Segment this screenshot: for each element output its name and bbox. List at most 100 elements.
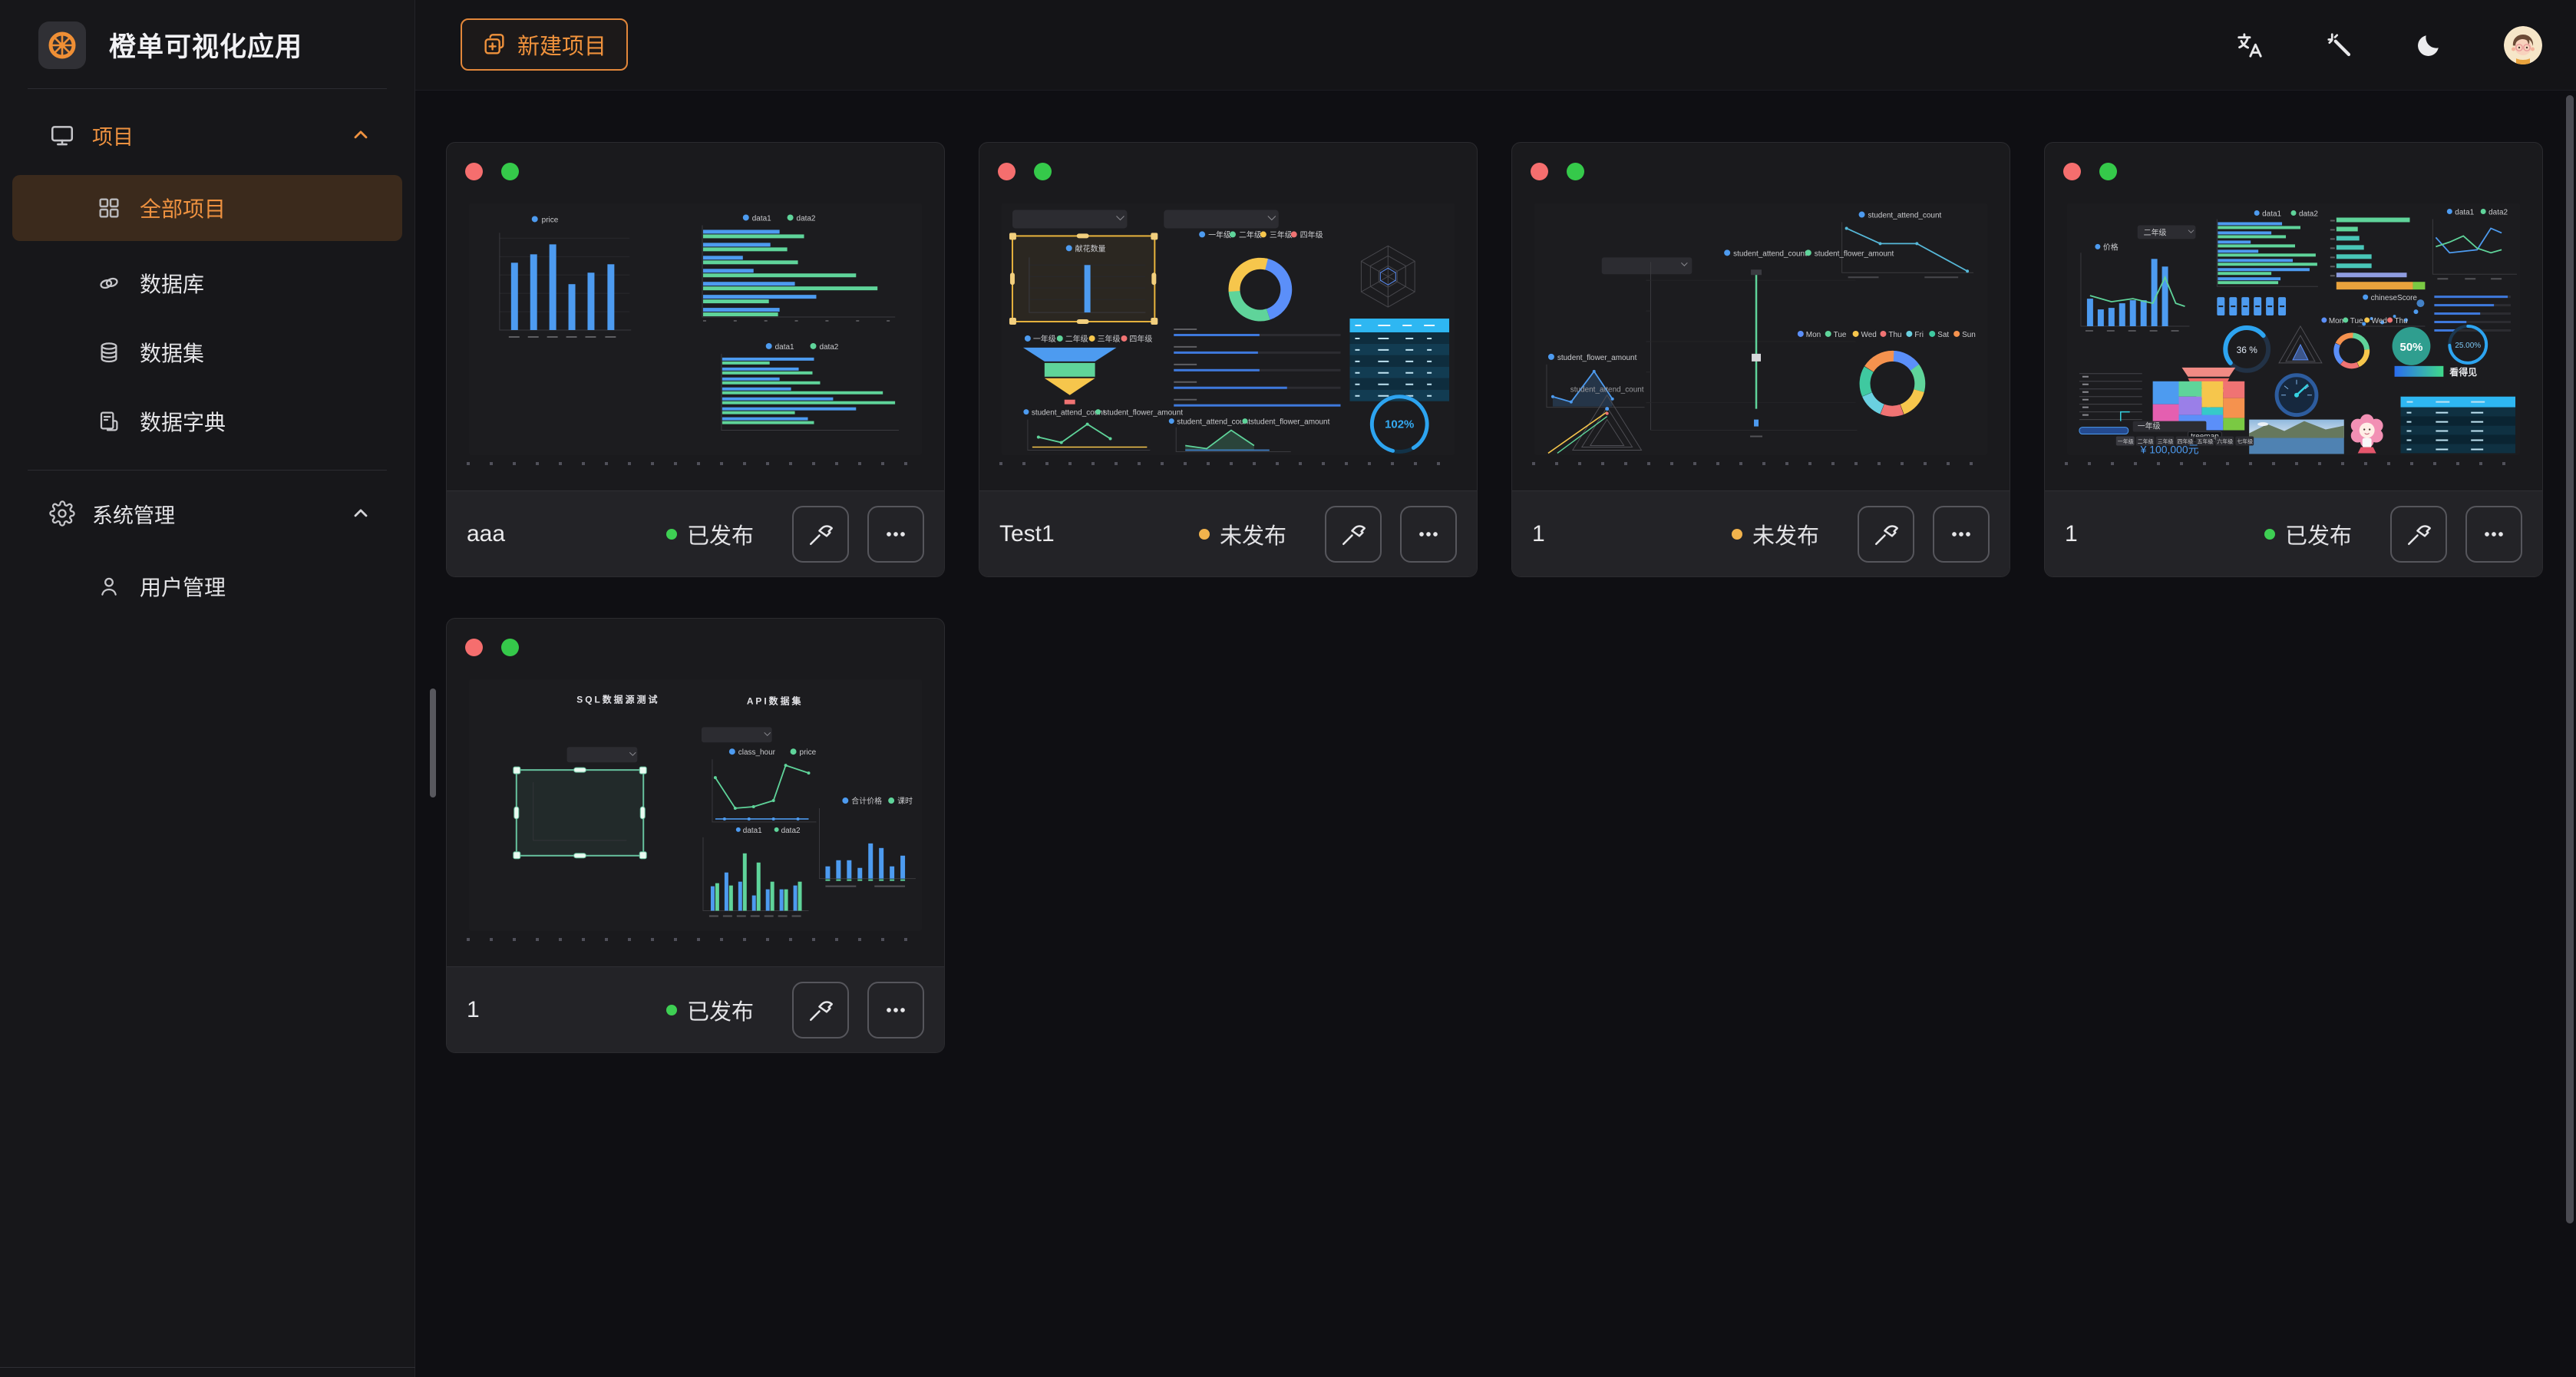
svg-text:Sun: Sun xyxy=(1962,331,1976,339)
project-card[interactable]: SQL数据源测试 API数据集 xyxy=(446,618,945,1053)
project-grid: price data1 data2 xyxy=(415,91,2576,1053)
edit-project-button[interactable] xyxy=(2390,506,2447,563)
copy-plus-icon xyxy=(482,32,507,57)
magic-wand-icon[interactable] xyxy=(2326,31,2353,59)
project-card[interactable]: student_attend_count student_attend_coun… xyxy=(1511,142,2010,577)
svg-text:一年级: 一年级 xyxy=(1033,334,1056,344)
svg-text:student_attend_count: student_attend_count xyxy=(1570,386,1644,395)
dot-grid xyxy=(2065,462,2522,465)
dictionary-icon xyxy=(97,409,121,434)
sidebar-item-label: 全部项目 xyxy=(140,193,226,223)
grouped-bars xyxy=(703,837,809,916)
svg-text:一年级: 一年级 xyxy=(2118,438,2134,444)
svg-text:一年级: 一年级 xyxy=(2138,421,2161,431)
hbar-group xyxy=(2217,219,2318,286)
bar-chart-right: 合计价格 课时 xyxy=(819,796,916,887)
sidebar-section-system[interactable]: 系统管理 xyxy=(0,484,414,543)
green-dot-icon xyxy=(501,163,519,180)
sidebar-item-database[interactable]: 数据库 xyxy=(12,249,402,318)
data-grid-left xyxy=(2079,374,2142,434)
combo-chart: 价格 xyxy=(2081,242,2190,331)
svg-text:data1: data1 xyxy=(2262,210,2281,219)
more-actions-button[interactable] xyxy=(867,982,924,1039)
new-project-button[interactable]: 新建项目 xyxy=(461,18,628,71)
project-name: 1 xyxy=(467,997,666,1023)
svg-text:SQL数据源测试: SQL数据源测试 xyxy=(576,693,659,705)
edit-project-button[interactable] xyxy=(1858,506,1914,563)
hammer-icon xyxy=(1339,520,1367,548)
more-actions-button[interactable] xyxy=(2465,506,2522,563)
selected-empty-chart xyxy=(514,767,646,859)
grid-icon xyxy=(97,196,121,220)
divider xyxy=(28,470,387,471)
edit-project-button[interactable] xyxy=(792,982,849,1039)
dot-grid xyxy=(467,938,924,941)
svg-text:data2: data2 xyxy=(819,343,838,352)
user-icon xyxy=(97,574,121,599)
divider xyxy=(28,88,387,89)
svg-text:五年级: 五年级 xyxy=(2197,438,2213,444)
project-card[interactable]: 献花数量 一年级 二年级 三年级 四年级 xyxy=(979,142,1478,577)
red-dot-icon xyxy=(998,163,1016,180)
main-content: price data1 data2 xyxy=(415,91,2576,1377)
sidebar-bottom-divider xyxy=(0,1367,415,1368)
sidebar-item-dictionary[interactable]: 数据字典 xyxy=(12,387,402,456)
project-thumbnail[interactable]: SQL数据源测试 API数据集 xyxy=(469,679,922,931)
money-label: ¥ 100,000元 xyxy=(2140,443,2199,455)
svg-text:data2: data2 xyxy=(797,214,816,223)
sidebar-section-projects[interactable]: 项目 xyxy=(0,106,414,164)
treemap: treemap xyxy=(2153,381,2245,442)
svg-text:二年级: 二年级 xyxy=(1239,230,1262,239)
scrollbar-thumb-right[interactable] xyxy=(2566,95,2574,1223)
sidebar-item-user-management[interactable]: 用户管理 xyxy=(12,552,402,621)
mascot xyxy=(2351,414,2383,454)
sidebar-item-dataset[interactable]: 数据集 xyxy=(12,318,402,387)
more-actions-button[interactable] xyxy=(867,506,924,563)
svg-text:student_attend_count: student_attend_count xyxy=(1733,249,1807,258)
app-window: 橙单可视化应用 项目 全部项目 xyxy=(0,0,2576,1377)
mini-bar-chart: price xyxy=(500,216,631,336)
selected-chart: 献花数量 xyxy=(1009,233,1158,325)
sidebar-item-label: 数据字典 xyxy=(140,406,226,437)
status-badge: 已发布 xyxy=(2264,518,2352,550)
moon-icon[interactable] xyxy=(2415,31,2442,59)
sidebar-section-label: 系统管理 xyxy=(92,499,350,529)
project-thumbnail[interactable]: price data1 data2 xyxy=(469,203,922,455)
chevron-up-icon xyxy=(350,503,372,524)
status-badge: 已发布 xyxy=(666,518,754,550)
ellipsis-icon xyxy=(2480,520,2508,548)
svg-text:data2: data2 xyxy=(2299,210,2318,219)
more-actions-button[interactable] xyxy=(1400,506,1457,563)
project-thumbnail[interactable]: 献花数量 一年级 二年级 三年级 四年级 xyxy=(1002,203,1455,455)
svg-text:25.00%: 25.00% xyxy=(2455,342,2481,350)
translate-icon[interactable] xyxy=(2235,31,2264,60)
traffic-dots xyxy=(1531,163,1584,180)
funnel-chart: 一年级 二年级 三年级 四年级 xyxy=(1023,334,1152,405)
gauge-50: 50% xyxy=(2393,327,2431,365)
sidebar: 橙单可视化应用 项目 全部项目 xyxy=(0,0,415,1377)
project-thumbnail[interactable]: data1 data2 二年级 价格 xyxy=(2067,203,2520,455)
blue-pills xyxy=(2217,297,2286,315)
avatar[interactable] xyxy=(2504,26,2542,64)
more-actions-button[interactable] xyxy=(1933,506,1990,563)
donut-week xyxy=(1854,345,1930,422)
edit-project-button[interactable] xyxy=(792,506,849,563)
hammer-icon xyxy=(807,996,834,1024)
svg-text:50%: 50% xyxy=(2400,341,2423,354)
project-card[interactable]: data1 data2 二年级 价格 xyxy=(2044,142,2543,577)
green-dot-icon xyxy=(1034,163,1052,180)
card-footer: 1 已发布 xyxy=(2045,490,2542,576)
database-icon xyxy=(97,340,121,365)
sidebar-item-all-projects[interactable]: 全部项目 xyxy=(12,175,402,241)
svg-text:student_attend_count: student_attend_count xyxy=(1032,409,1105,418)
project-card[interactable]: price data1 data2 xyxy=(446,142,945,577)
green-dot-icon xyxy=(2099,163,2117,180)
mini-area-chart: student_attend_count student_flower_amou… xyxy=(1169,418,1330,452)
project-thumbnail[interactable]: student_attend_count student_attend_coun… xyxy=(1534,203,1987,455)
scrollbar-thumb-left[interactable] xyxy=(430,688,436,797)
svg-text:课时: 课时 xyxy=(897,797,913,806)
svg-text:student_flower_amount: student_flower_amount xyxy=(1557,354,1637,362)
edit-project-button[interactable] xyxy=(1325,506,1382,563)
svg-text:Mon: Mon xyxy=(2329,317,2343,325)
line-chart-right: data1 data2 xyxy=(2432,209,2517,279)
